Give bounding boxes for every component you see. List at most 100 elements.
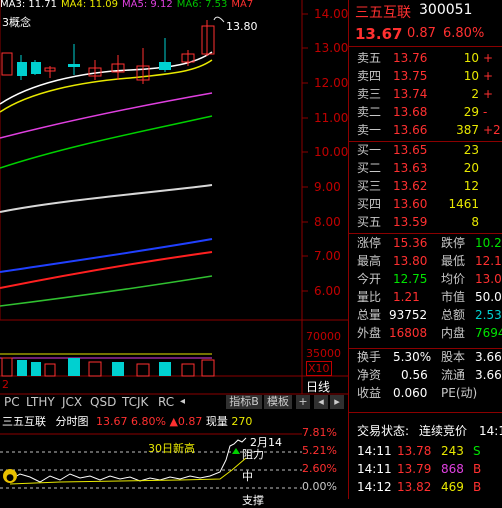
intraday-price: 13.67 xyxy=(96,415,128,428)
stat-label: 总额 xyxy=(441,308,466,322)
signal-arrow-icon xyxy=(232,448,240,454)
ask-vol: 10 xyxy=(463,51,479,65)
bid-price: 13.60 xyxy=(393,197,428,211)
stat-row: 量比 1.21 市值 50.0 xyxy=(349,290,502,305)
bid-label: 买二 xyxy=(357,161,382,175)
stat-label: 市值 xyxy=(441,290,466,304)
ask-chg: +2 xyxy=(483,123,501,137)
ma-line-green xyxy=(0,115,213,169)
stat-label: 涨停 xyxy=(357,236,382,250)
ask-price: 13.66 xyxy=(393,123,428,137)
bid-row[interactable]: 买四 13.60 1461 xyxy=(349,197,502,212)
ma-line-magenta xyxy=(0,92,213,139)
tick-row: 14:11 13.78 243 S xyxy=(349,444,502,459)
tab-tcjk[interactable]: TCJK xyxy=(122,394,148,410)
ask-price: 13.74 xyxy=(393,87,428,101)
ask-row[interactable]: 卖三 13.74 2 + xyxy=(349,87,502,102)
indicator-button[interactable]: 指标B xyxy=(226,395,262,409)
tick-row: 14:11 13.79 868 B xyxy=(349,462,502,477)
ask-row[interactable]: 卖四 13.75 10 + xyxy=(349,69,502,84)
bid-price: 13.59 xyxy=(393,215,428,229)
stat-label: 收益 xyxy=(357,386,382,400)
tab-pc[interactable]: PC xyxy=(4,394,20,410)
intraday-vol-label: 现量 xyxy=(205,415,228,428)
ask-chg: - xyxy=(483,105,488,119)
price-axis-label: 11.00 xyxy=(314,111,349,125)
ma6-label: MA6: 7.53 xyxy=(176,0,228,10)
ask-chg: + xyxy=(483,69,494,83)
trade-status-value: 连续竞价 xyxy=(419,424,468,438)
bid-book: 买一 13.65 23 买二 13.63 20 买三 13.62 12 买四 13.60 146… xyxy=(349,143,502,233)
bid-vol: 12 xyxy=(463,179,479,193)
price-change-pct: 6.80% xyxy=(443,26,485,41)
stat-value: 3.66 xyxy=(475,350,502,364)
concept-label[interactable]: 3概念 xyxy=(2,14,31,30)
tab-lthy[interactable]: LTHY xyxy=(26,394,55,410)
volume-axis-label: 70000 xyxy=(306,330,341,343)
stats-block: 涨停 15.36 跌停 10.2 最高 13.80 最低 12.1 今开 12.75 均价 13.… xyxy=(349,236,502,406)
trade-status-row: 交易状态: 连续竞价 14:1 xyxy=(349,424,502,439)
stat-label: 今开 xyxy=(357,272,382,286)
price-axis-label: 14.00 xyxy=(314,7,349,21)
stat-row: 总量 93752 总额 2.53 xyxy=(349,308,502,323)
bid-row[interactable]: 买三 13.62 12 xyxy=(349,179,502,194)
bid-price: 13.65 xyxy=(393,143,428,157)
tab-rc[interactable]: RC xyxy=(158,394,174,410)
volume-scale-label[interactable]: X10 xyxy=(306,361,332,376)
tabs-scroll-icon[interactable]: ◂ xyxy=(180,396,185,407)
price-axis-label: 8.00 xyxy=(314,215,341,229)
template-button[interactable]: 模板 xyxy=(264,395,292,409)
stat-row: 净资 0.56 流通 3.66 xyxy=(349,368,502,383)
tick-side: B xyxy=(473,480,482,494)
bid-row[interactable]: 买一 13.65 23 xyxy=(349,143,502,158)
tick-time: 14:11 xyxy=(357,462,392,476)
stat-label: 换手 xyxy=(357,350,382,364)
intraday-pct-axis: 0.00% xyxy=(302,480,337,493)
ask-row[interactable]: 卖五 13.76 10 + xyxy=(349,51,502,66)
bid-vol: 23 xyxy=(463,143,479,157)
bid-price: 13.63 xyxy=(393,161,428,175)
ask-book: 卖五 13.76 10 + 卖四 13.75 10 + 卖三 13.74 2 + 卖二 13.68 2… xyxy=(349,51,502,141)
intraday-stock-name: 三五互联 xyxy=(2,415,46,428)
ask-vol: 29 xyxy=(463,105,479,119)
stat-label: 总量 xyxy=(357,308,382,322)
stat-value: 5.30% xyxy=(393,350,432,364)
daily-period-label[interactable]: 日线 xyxy=(306,378,330,395)
stat-value: 1.21 xyxy=(393,290,420,304)
tick-vol: 868 xyxy=(441,462,464,476)
stat-row: 收益 0.060 PE(动) xyxy=(349,386,502,401)
tab-jcx[interactable]: JCX xyxy=(62,394,82,410)
candles xyxy=(1,20,215,84)
stat-value: 0.56 xyxy=(401,368,428,382)
bid-label: 买五 xyxy=(357,215,382,229)
tick-row: 14:12 13.82 469 B xyxy=(349,480,502,495)
add-icon[interactable]: + xyxy=(296,395,310,409)
tab-qsd[interactable]: QSD xyxy=(90,394,116,410)
ask-label: 卖三 xyxy=(357,87,382,101)
stat-value: 15.36 xyxy=(393,236,428,250)
bid-label: 买四 xyxy=(357,197,382,211)
intraday-vol: 270 xyxy=(231,415,253,428)
stat-value: 0.060 xyxy=(393,386,428,400)
tick-vol: 469 xyxy=(441,480,464,494)
bid-vol: 8 xyxy=(471,215,479,229)
price-axis-label: 13.00 xyxy=(314,41,349,55)
scroll-indicator[interactable]: 2 xyxy=(2,378,9,391)
bid-row[interactable]: 买二 13.63 20 xyxy=(349,161,502,176)
ask-vol: 10 xyxy=(463,69,479,83)
bid-row[interactable]: 买五 13.59 8 xyxy=(349,215,502,230)
trade-status-time: 14:1 xyxy=(479,424,502,438)
ma3-label: MA3: 11.71 xyxy=(0,0,58,10)
volume-bars xyxy=(0,353,215,377)
price-axis-label: 9.00 xyxy=(314,180,341,194)
prev-icon[interactable]: ◂ xyxy=(314,395,328,409)
stat-label: 最低 xyxy=(441,254,466,268)
stat-value: 13.0 xyxy=(475,272,502,286)
ask-row[interactable]: 卖一 13.66 387 +2 xyxy=(349,123,502,138)
ask-row[interactable]: 卖二 13.68 29- xyxy=(349,105,502,120)
stat-label: 内盘 xyxy=(441,326,466,340)
ma7-label: MA7 xyxy=(231,0,254,10)
next-icon[interactable]: ▸ xyxy=(330,395,344,409)
quote-header: 三五互联 300051 13.67 0.87 6.80% xyxy=(349,0,502,50)
ask-chg: + xyxy=(483,87,494,101)
